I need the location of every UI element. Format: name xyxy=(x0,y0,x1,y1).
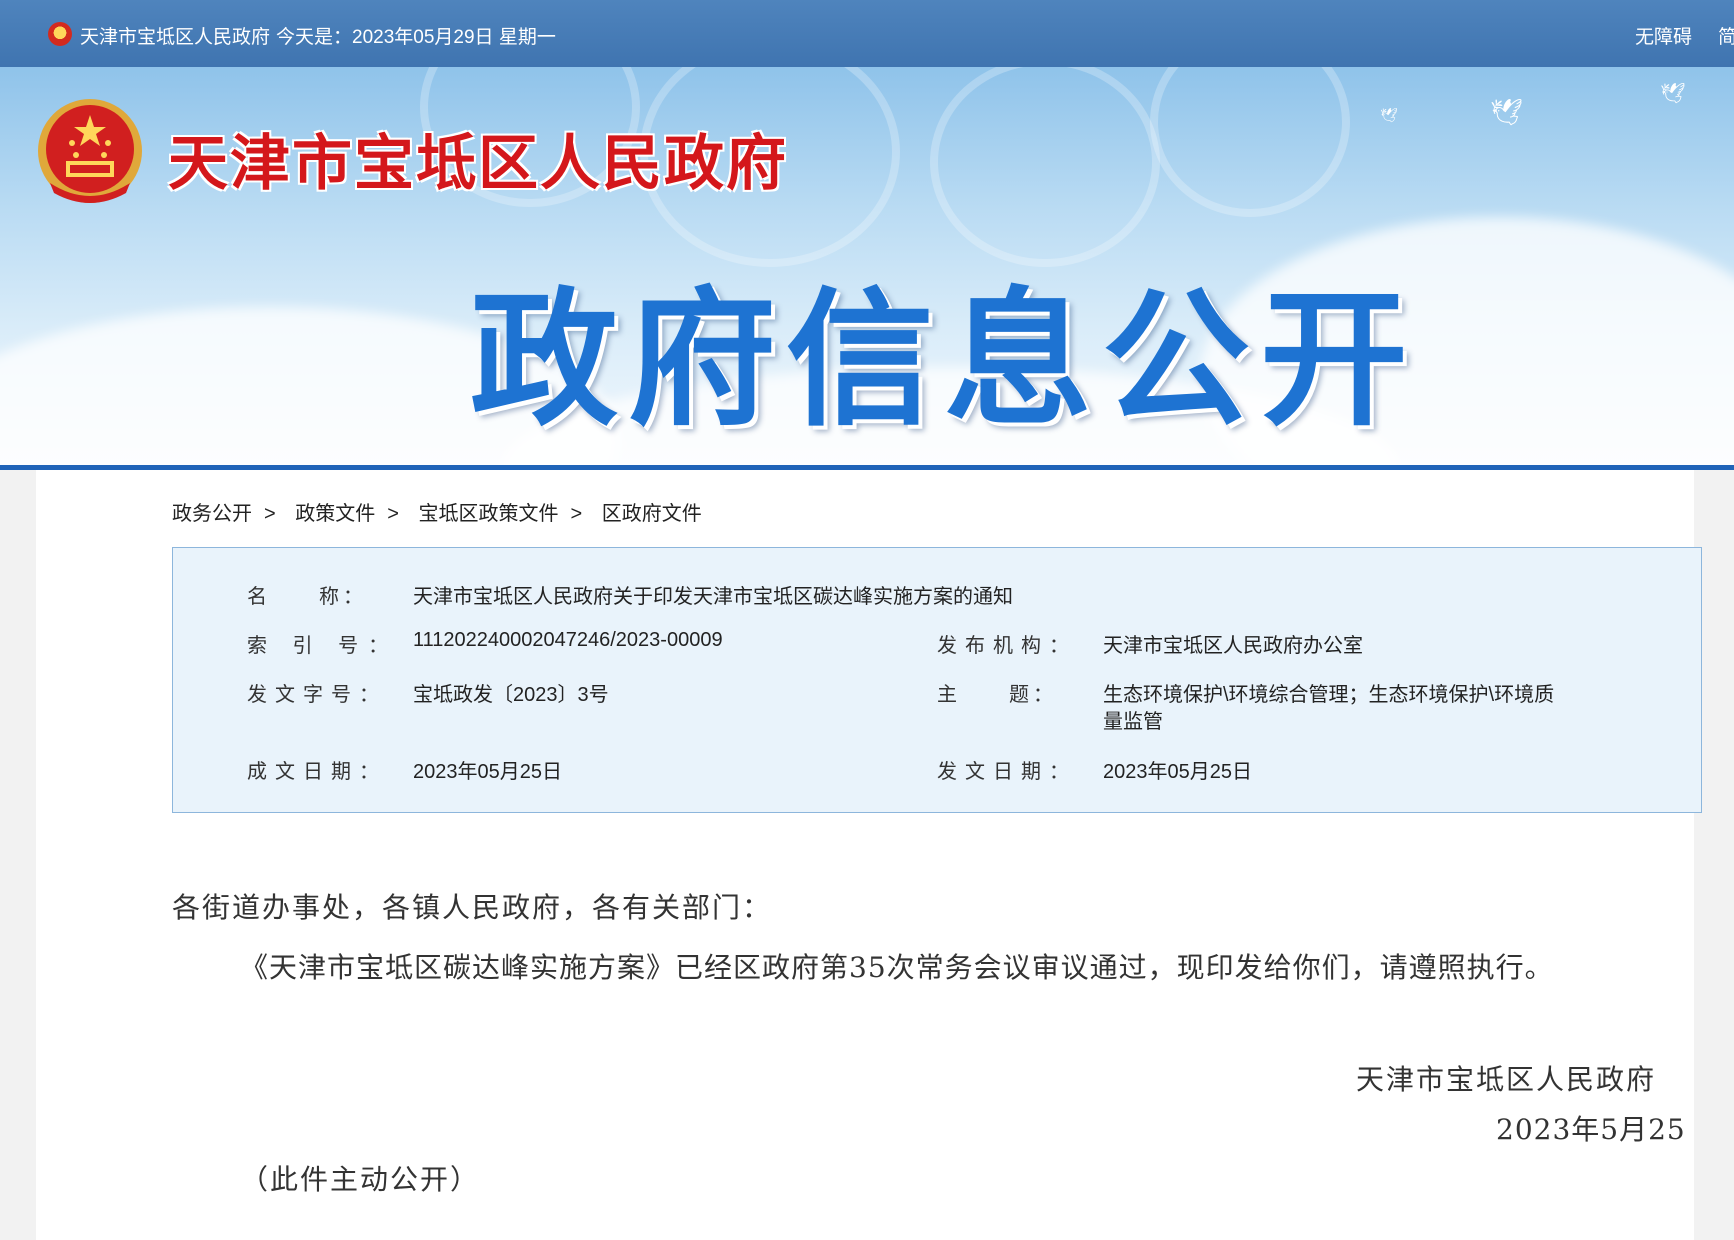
document-signature: 天津市宝坻区人民政府 xyxy=(1356,1063,1657,1096)
rose-decoration xyxy=(1150,67,1350,217)
issue-date-value: 2023年05月25日 xyxy=(1103,761,1252,783)
header-banner: 天津市宝坻区人民政府 政府信息公开 🕊 🕊 🕊 xyxy=(0,67,1734,467)
document-info-box: 名 称： 天津市宝坻区人民政府关于印发天津市宝坻区碳达峰实施方案的通知 索 引 … xyxy=(172,547,1702,813)
simplified-chinese-link[interactable]: 简 xyxy=(1718,22,1734,49)
subject-value-continued: 量监管 xyxy=(1103,711,1163,733)
document-note: （此件主动公开） xyxy=(240,1163,481,1196)
publisher-label: 发布机构： xyxy=(937,635,1077,657)
issue-date-label: 发文日期： xyxy=(937,761,1077,783)
breadcrumb-separator: > xyxy=(570,503,583,525)
dove-decoration-icon: 🕊 xyxy=(1380,107,1398,123)
top-bar: 天津市宝坻区人民政府 今天是：2023年05月29日 星期一 无障碍 简 xyxy=(0,0,1734,67)
accessibility-link[interactable]: 无障碍 xyxy=(1635,22,1692,49)
name-label: 名 称： xyxy=(247,586,367,608)
banner-title: 政府信息公开 xyxy=(470,278,1418,443)
written-date-label: 成文日期： xyxy=(247,761,387,783)
national-emblem-icon[interactable] xyxy=(36,97,144,209)
document-date: 2023年5月25 xyxy=(1496,1113,1686,1146)
dove-decoration-icon: 🕊 xyxy=(1660,83,1686,105)
document-paragraph: 《天津市宝坻区碳达峰实施方案》已经区政府第35次常务会议审议通过，现印发给你们，… xyxy=(240,951,1554,984)
breadcrumb-item[interactable]: 政务公开 xyxy=(172,503,252,525)
today-date: 今天是：2023年05月29日 星期一 xyxy=(276,27,556,48)
banner-site-name: 天津市宝坻区人民政府 xyxy=(168,130,788,197)
doc-number-label: 发文字号： xyxy=(247,684,387,706)
breadcrumb-separator: > xyxy=(264,503,276,525)
index-value: 111202240002047246/2023-00009 xyxy=(413,629,723,651)
subject-label: 主 题： xyxy=(937,684,1057,706)
breadcrumb-item[interactable]: 宝坻区政策文件 xyxy=(419,503,559,525)
top-site-name[interactable]: 天津市宝坻区人民政府 xyxy=(80,22,270,49)
publisher-value: 天津市宝坻区人民政府办公室 xyxy=(1103,635,1363,657)
index-label: 索 引 号： xyxy=(247,635,399,657)
dove-decoration-icon: 🕊 xyxy=(1490,97,1524,127)
breadcrumb-item[interactable]: 区政府文件 xyxy=(602,503,702,525)
document-salutation: 各街道办事处，各镇人民政府，各有关部门： xyxy=(172,891,773,924)
written-date-value: 2023年05月25日 xyxy=(413,761,562,783)
name-value: 天津市宝坻区人民政府关于印发天津市宝坻区碳达峰实施方案的通知 xyxy=(413,586,1013,608)
rose-decoration xyxy=(930,67,1160,267)
doc-number-value: 宝坻政发〔2023〕3号 xyxy=(413,684,609,706)
national-emblem-small-icon xyxy=(48,22,72,46)
breadcrumb: 政务公开 > 政策文件 > 宝坻区政策文件 > 区政府文件 xyxy=(172,497,714,526)
breadcrumb-item[interactable]: 政策文件 xyxy=(295,503,375,525)
breadcrumb-separator: > xyxy=(387,503,399,525)
subject-value: 生态环境保护\环境综合管理；生态环境保护\环境质 xyxy=(1103,684,1555,706)
